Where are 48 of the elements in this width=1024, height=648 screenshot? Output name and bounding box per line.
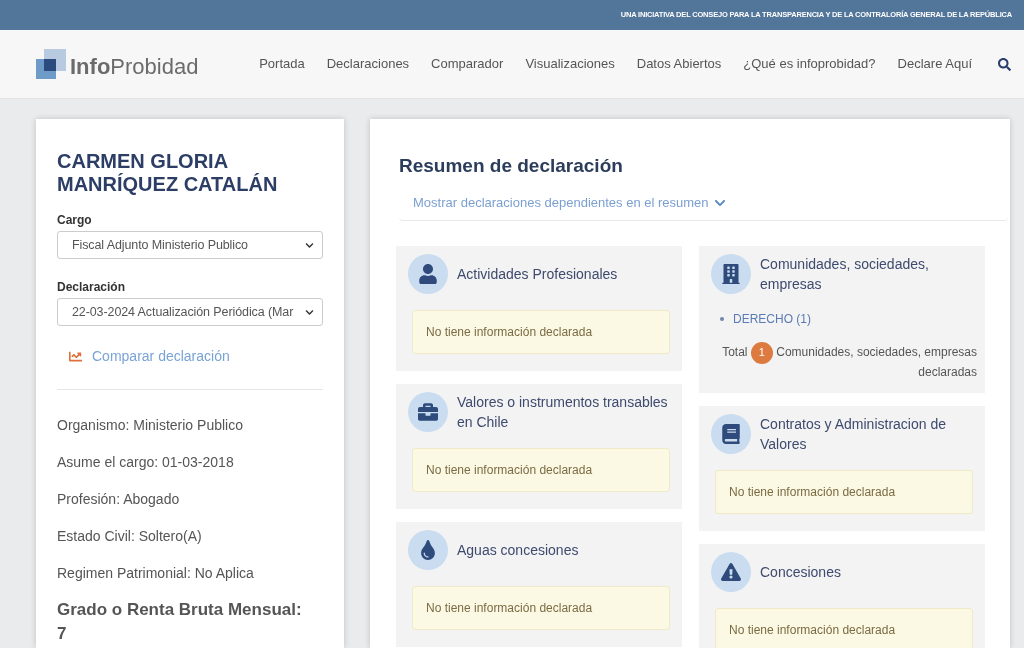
salary-label: Grado o Renta Bruta Mensual:: [57, 599, 303, 621]
count-badge: 1: [750, 341, 773, 364]
bullet-icon: [720, 316, 724, 321]
detail-text: Estado Civil: Soltero(A): [57, 527, 203, 546]
section-title: Concesiones: [760, 562, 841, 582]
water-drop-icon: [408, 529, 448, 570]
warning-icon: [711, 551, 751, 592]
nav-link[interactable]: Portada: [259, 54, 305, 74]
nav-link[interactable]: Visualizaciones: [525, 54, 615, 74]
section-title: Comunidades, sociedades, empresas: [760, 254, 930, 294]
book-icon: [711, 413, 751, 454]
empty-notice: No tiene información declarada: [412, 585, 670, 630]
section-title: Contratos y Administracion de Valores: [760, 414, 947, 454]
detail-text: Asume el cargo: 01-03-2018: [57, 453, 235, 472]
total-label: Total: [722, 344, 748, 359]
chevron-down-icon: [305, 307, 314, 317]
section-title: Valores o instrumentos transables en Chile: [457, 392, 669, 432]
building-icon: [711, 253, 751, 294]
empty-notice: No tiene información declarada: [412, 309, 670, 354]
nav-link[interactable]: Declare Aquí: [897, 54, 972, 74]
chevron-down-icon: [305, 240, 314, 250]
search-icon[interactable]: [998, 57, 1011, 71]
nav-link[interactable]: Declaraciones: [326, 54, 410, 74]
person-icon: [408, 253, 448, 294]
briefcase-icon: [408, 391, 448, 432]
nav-link[interactable]: Comparador: [431, 54, 504, 74]
person-name: CARMEN GLORIA MANRÍQUEZ CATALÁN: [57, 150, 279, 196]
select-field[interactable]: Fiscal Adjunto Ministerio Publico: [57, 231, 323, 259]
detail-text: Organismo: Ministerio Publico: [57, 416, 244, 435]
section-title: Actividades Profesionales: [457, 264, 618, 284]
summary-title: Resumen de declaración: [399, 155, 624, 177]
category-link[interactable]: DERECHO (1): [733, 309, 811, 328]
field-label: Declaración: [57, 279, 127, 295]
detail-text: Regimen Patrimonial: No Aplica: [57, 564, 255, 583]
section-title: Aguas concesiones: [457, 540, 579, 560]
nav-link[interactable]: Datos Abiertos: [636, 54, 722, 74]
line-chart-icon: [68, 350, 83, 363]
nav-link[interactable]: ¿Qué es infoprobidad?: [743, 54, 876, 74]
salary-value: 7: [57, 623, 68, 645]
field-label: Cargo: [57, 212, 93, 228]
empty-notice: No tiene información declarada: [715, 607, 973, 648]
detail-text: Profesión: Abogado: [57, 490, 181, 509]
logo-icon[interactable]: [36, 49, 66, 79]
logo-text[interactable]: InfoProbidad: [70, 55, 199, 79]
empty-notice: No tiene información declarada: [412, 447, 670, 492]
total-caption: Comunidades, sociedades, empresas declaradas: [776, 344, 977, 379]
empty-notice: No tiene información declarada: [715, 469, 973, 514]
select-field[interactable]: 22-03-2024 Actualización Periódica (Mar: [57, 298, 323, 326]
